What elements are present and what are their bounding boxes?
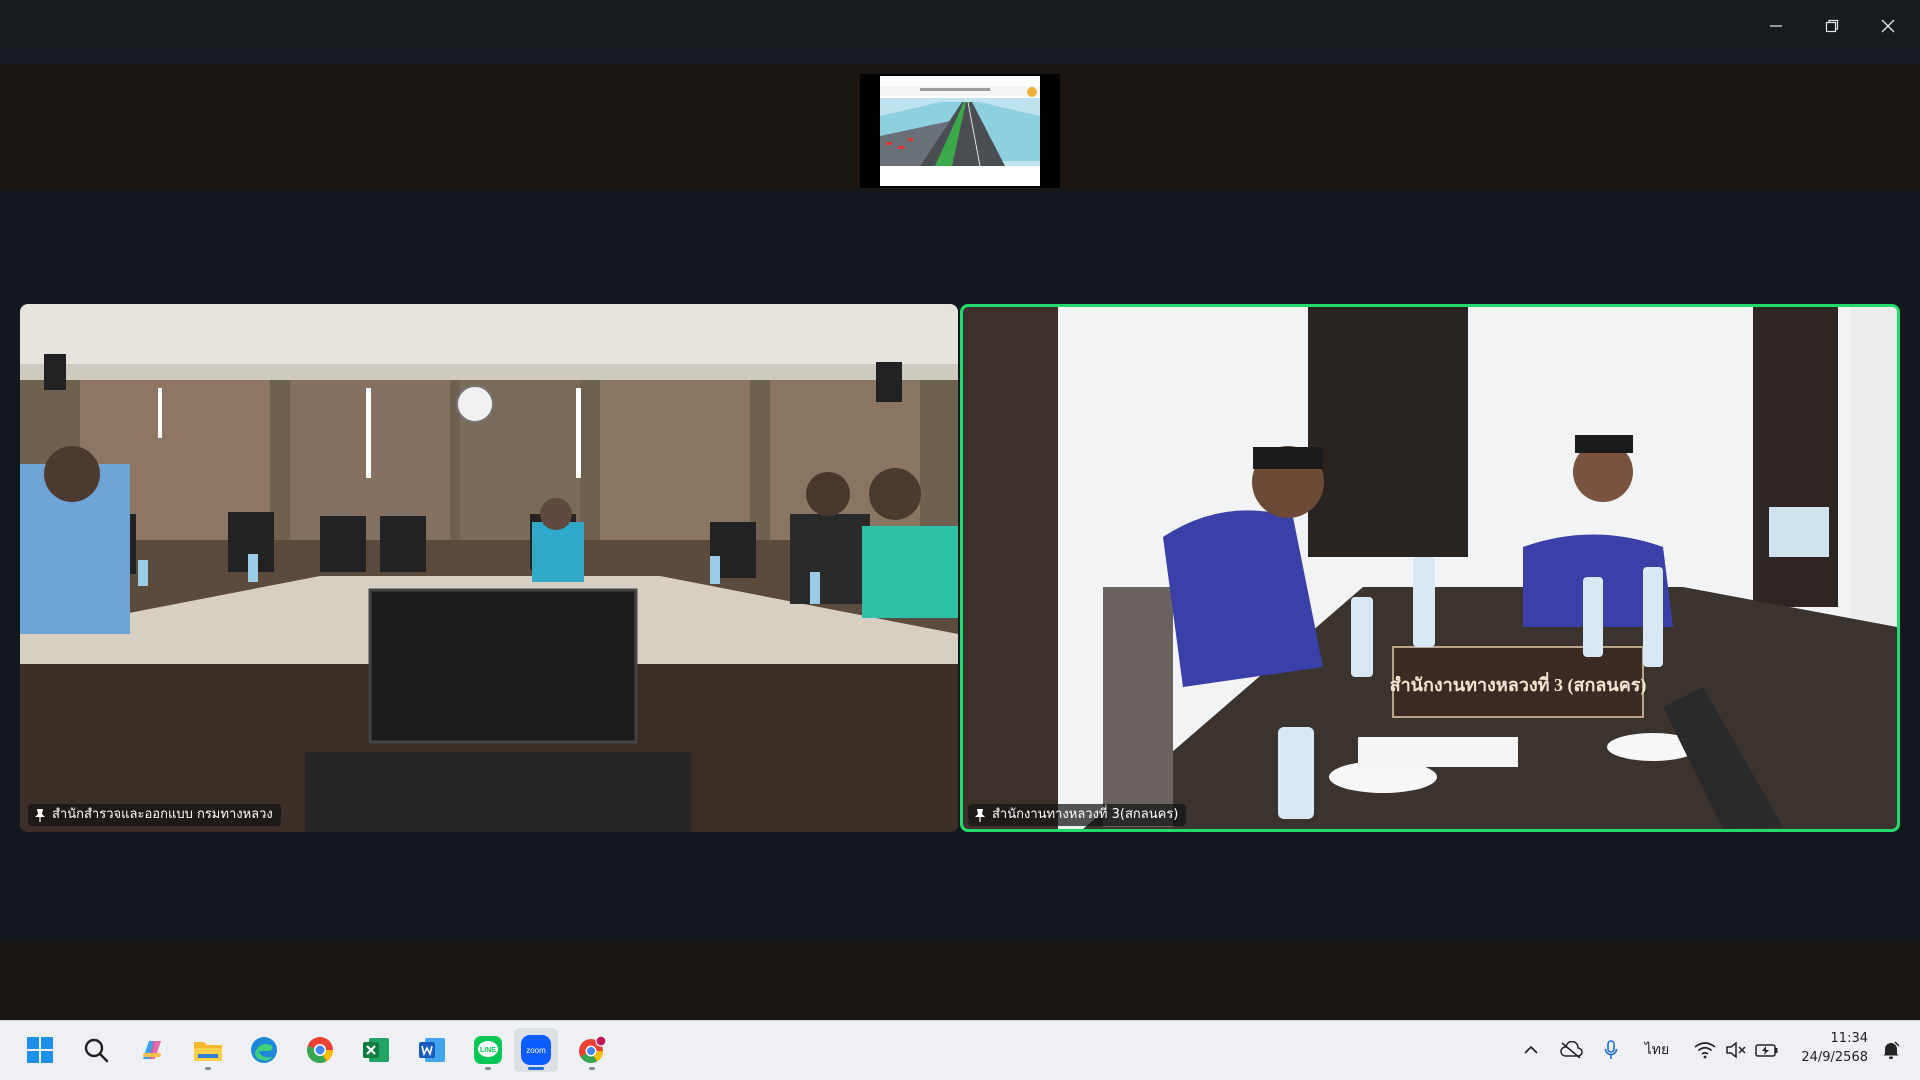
- zoom-title-bar: [0, 0, 1920, 52]
- close-button[interactable]: [1860, 0, 1916, 52]
- zoom-icon-label: zoom: [526, 1046, 546, 1055]
- zoom-icon: zoom: [521, 1035, 551, 1065]
- video-tile-participant-1[interactable]: สำนักสำรวจและออกแบบ กรมทางหลวง: [20, 304, 958, 832]
- clock-date: 24/9/2568: [1801, 1050, 1868, 1065]
- participant-name: สำนักงานทางหลวงที่ 3(สกลนคร): [992, 807, 1179, 822]
- taskbar-search-button[interactable]: [74, 1028, 118, 1072]
- meeting-room-video-frame: [20, 304, 958, 832]
- taskbar-excel[interactable]: [354, 1028, 398, 1072]
- taskbar-clock[interactable]: 11:34 24/9/2568: [1780, 1029, 1868, 1067]
- show-hidden-icons-button[interactable]: [1518, 1028, 1544, 1072]
- running-indicator: [589, 1067, 595, 1070]
- participant-name: สำนักสำรวจและออกแบบ กรมทางหลวง: [52, 807, 273, 822]
- start-button[interactable]: [18, 1028, 62, 1072]
- volume-muted-icon: [1726, 1041, 1746, 1059]
- edge-icon: [251, 1037, 277, 1063]
- taskbar-zoom[interactable]: zoom: [514, 1028, 558, 1072]
- windows-taskbar: [0, 1020, 1920, 1080]
- file-explorer-icon: [194, 1042, 222, 1061]
- chevron-up-icon: [1524, 1045, 1538, 1054]
- search-icon: [84, 1038, 109, 1063]
- word-icon: [419, 1038, 445, 1062]
- battery-tray-button[interactable]: [1752, 1028, 1782, 1072]
- notification-bell-icon: [1883, 1041, 1900, 1059]
- chrome-profile-icon: [579, 1035, 607, 1064]
- minimize-button[interactable]: [1748, 0, 1804, 52]
- presentation-slide-thumbnail-icon: [880, 76, 1040, 186]
- clock-time: 11:34: [1830, 1031, 1868, 1046]
- line-icon: LINE: [474, 1036, 502, 1064]
- wifi-icon: [1694, 1042, 1716, 1059]
- windows-start-icon: [27, 1037, 53, 1063]
- active-indicator: [528, 1067, 544, 1070]
- copilot-icon: [143, 1041, 161, 1059]
- microphone-icon: [1604, 1040, 1618, 1059]
- input-language-button[interactable]: ไทย: [1634, 1028, 1680, 1072]
- taskbar-edge[interactable]: [242, 1028, 286, 1072]
- chrome-icon: [307, 1037, 334, 1064]
- running-indicator: [205, 1067, 211, 1070]
- taskbar-line[interactable]: LINE: [466, 1028, 510, 1072]
- onedrive-tray-button[interactable]: [1556, 1028, 1586, 1072]
- nameplate-text: สำนักงานทางหลวงที่ 3 (สกลนคร): [1390, 672, 1647, 696]
- line-icon-label: LINE: [480, 1047, 496, 1054]
- volume-tray-button[interactable]: [1722, 1028, 1750, 1072]
- pin-icon: [975, 809, 985, 822]
- taskbar-file-explorer[interactable]: [186, 1028, 230, 1072]
- taskbar-copilot[interactable]: [130, 1028, 174, 1072]
- cloud-offline-icon: [1560, 1041, 1583, 1059]
- participant-name-label: สำนักงานทางหลวงที่ 3(สกลนคร): [968, 804, 1187, 826]
- taskbar-chrome-profile[interactable]: [570, 1028, 614, 1072]
- gallery-bottom-strip: [0, 942, 1920, 1020]
- battery-charging-icon: [1755, 1044, 1778, 1057]
- restore-button[interactable]: [1804, 0, 1860, 52]
- running-indicator: [485, 1067, 491, 1070]
- pin-icon: [35, 809, 45, 822]
- meeting-room-video-frame: สำนักงานทางหลวงที่ 3 (สกลนคร): [963, 307, 1897, 829]
- notifications-button[interactable]: [1876, 1028, 1906, 1072]
- close-icon: [1881, 19, 1895, 33]
- video-tile-participant-2-active-speaker[interactable]: สำนักงานทางหลวงที่ 3 (สกลนคร) สำนักงานทา…: [960, 304, 1900, 832]
- excel-icon: [363, 1038, 389, 1062]
- network-tray-button[interactable]: [1690, 1028, 1720, 1072]
- microphone-tray-button[interactable]: [1598, 1028, 1624, 1072]
- restore-icon: [1825, 19, 1839, 33]
- taskbar-chrome[interactable]: [298, 1028, 342, 1072]
- input-language-label: ไทย: [1644, 1042, 1670, 1058]
- participant-name-label: สำนักสำรวจและออกแบบ กรมทางหลวง: [28, 804, 281, 826]
- screen-share-thumbnail[interactable]: [860, 74, 1060, 188]
- taskbar-word[interactable]: [410, 1028, 454, 1072]
- minimize-icon: [1770, 25, 1782, 27]
